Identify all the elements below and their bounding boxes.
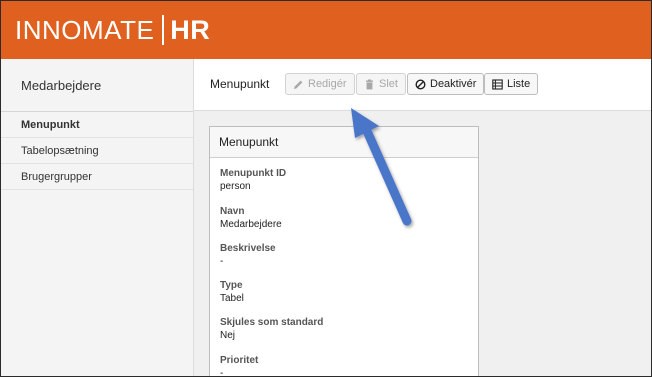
main-area: Menupunkt Redigér Slet Deaktivér Liste M… [194,59,651,376]
panel-title: Menupunkt [210,127,478,158]
field-value: Medarbejdere [220,219,282,230]
logo-divider [162,15,165,45]
sidebar-item-label: Menupunkt [21,118,80,131]
field-value: - [220,256,224,267]
deactivate-button[interactable]: Deaktivér [407,73,485,95]
sidebar-item-tabelopsaetning[interactable]: Tabelopsætning [1,138,193,164]
sidebar: Medarbejdere Menupunkt Tabelopsætning Br… [1,59,194,376]
list-button-label: Liste [507,78,531,90]
sidebar-item-label: Tabelopsætning [21,144,99,157]
sidebar-item-brugergrupper[interactable]: Brugergrupper [1,164,193,190]
field-value: Tabel [220,293,244,304]
detail-panel: Menupunkt Menupunkt ID person Navn Medar… [209,126,479,377]
logo-brand: INNOMATE [15,14,155,45]
field-label: Type [220,280,243,291]
content-area: Menupunkt Menupunkt ID person Navn Medar… [194,111,651,376]
field-value: - [220,368,224,377]
field-value: person [220,181,251,192]
field-label: Navn [220,206,245,217]
sidebar-item-menupunkt[interactable]: Menupunkt [1,112,193,138]
field-label: Prioritet [220,355,259,366]
logo: INNOMATE HR [15,13,210,47]
delete-button-label: Slet [379,78,398,90]
field-value: Nej [220,330,236,341]
pencil-icon [293,79,304,90]
field-prioritet: Prioritet - [220,355,259,377]
list-button[interactable]: Liste [484,73,539,95]
ban-icon [415,78,426,90]
delete-button[interactable]: Slet [356,73,406,95]
field-skjules-som-standard: Skjules som standard Nej [220,317,323,342]
field-label: Beskrivelse [220,243,276,254]
app-window: INNOMATE HR Medarbejdere Menupunkt Tabel… [0,0,652,377]
sidebar-item-label: Brugergrupper [21,170,92,183]
field-label: Menupunkt ID [220,168,287,179]
edit-button[interactable]: Redigér [285,73,355,95]
field-beskrivelse: Beskrivelse - [220,243,276,268]
field-menupunkt-id: Menupunkt ID person [220,168,286,193]
logo-suffix: HR [170,14,211,45]
field-navn: Navn Medarbejdere [220,206,282,231]
toolbar: Menupunkt Redigér Slet Deaktivér Liste [194,59,651,111]
sidebar-title: Medarbejdere [1,59,193,112]
list-icon [492,78,503,90]
field-type: Type Tabel [220,280,244,305]
edit-button-label: Redigér [308,78,347,90]
top-bar: INNOMATE HR [1,1,651,59]
field-label: Skjules som standard [220,317,324,328]
trash-icon [364,79,375,90]
deactivate-button-label: Deaktivér [430,78,477,90]
page-title: Menupunkt [210,77,270,91]
